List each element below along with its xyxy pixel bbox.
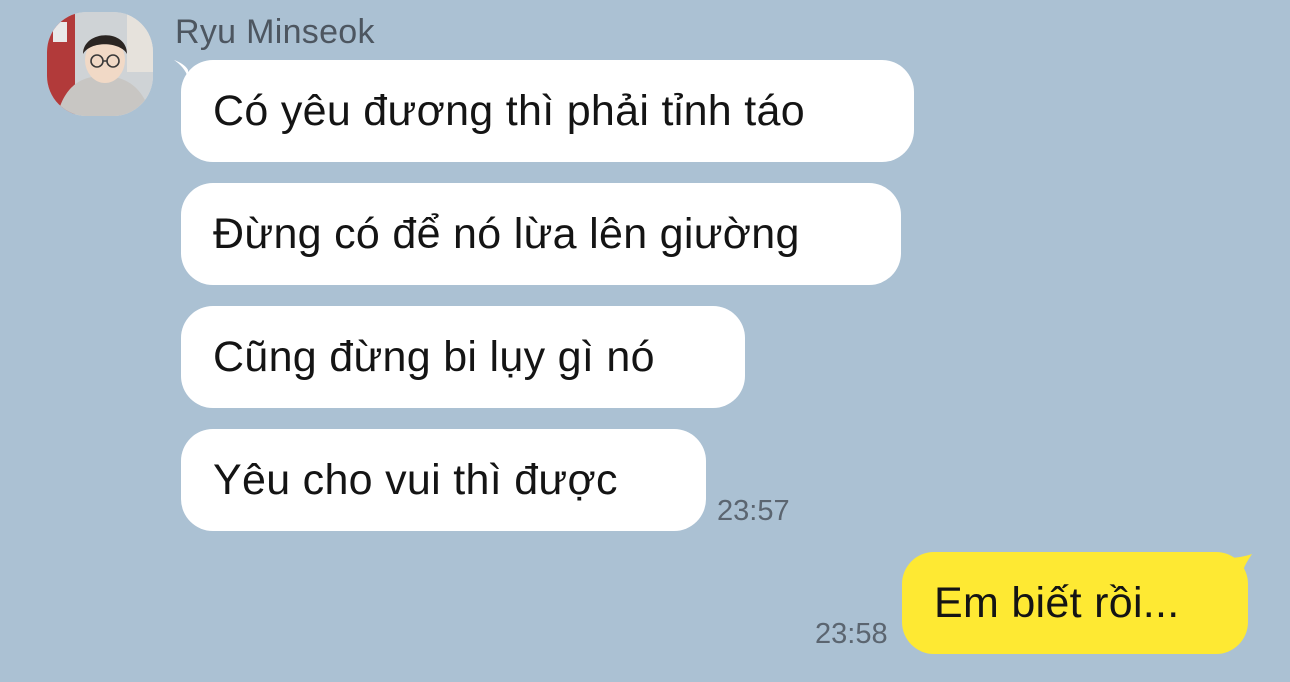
message-bubble[interactable]: Đừng có để nó lừa lên giường (181, 183, 901, 285)
message-text: Có yêu đương thì phải tỉnh táo (213, 86, 805, 135)
message-text: Cũng đừng bi lụy gì nó (213, 332, 655, 381)
message-text: Em biết rồi... (934, 578, 1180, 627)
bubble-tail-right (1228, 554, 1252, 574)
message-timestamp: 23:57 (717, 495, 790, 527)
my-message-bubble[interactable]: Em biết rồi... (902, 552, 1248, 654)
message-timestamp: 23:58 (815, 618, 888, 650)
sender-name: Ryu Minseok (175, 13, 375, 51)
message-bubble[interactable]: Cũng đừng bi lụy gì nó (181, 306, 745, 408)
message-bubble[interactable]: Yêu cho vui thì được (181, 429, 706, 531)
avatar[interactable] (47, 12, 153, 116)
message-text: Yêu cho vui thì được (213, 455, 618, 504)
message-bubble[interactable]: Có yêu đương thì phải tỉnh táo (181, 60, 914, 162)
avatar-photo (47, 12, 153, 116)
message-text: Đừng có để nó lừa lên giường (213, 209, 800, 258)
